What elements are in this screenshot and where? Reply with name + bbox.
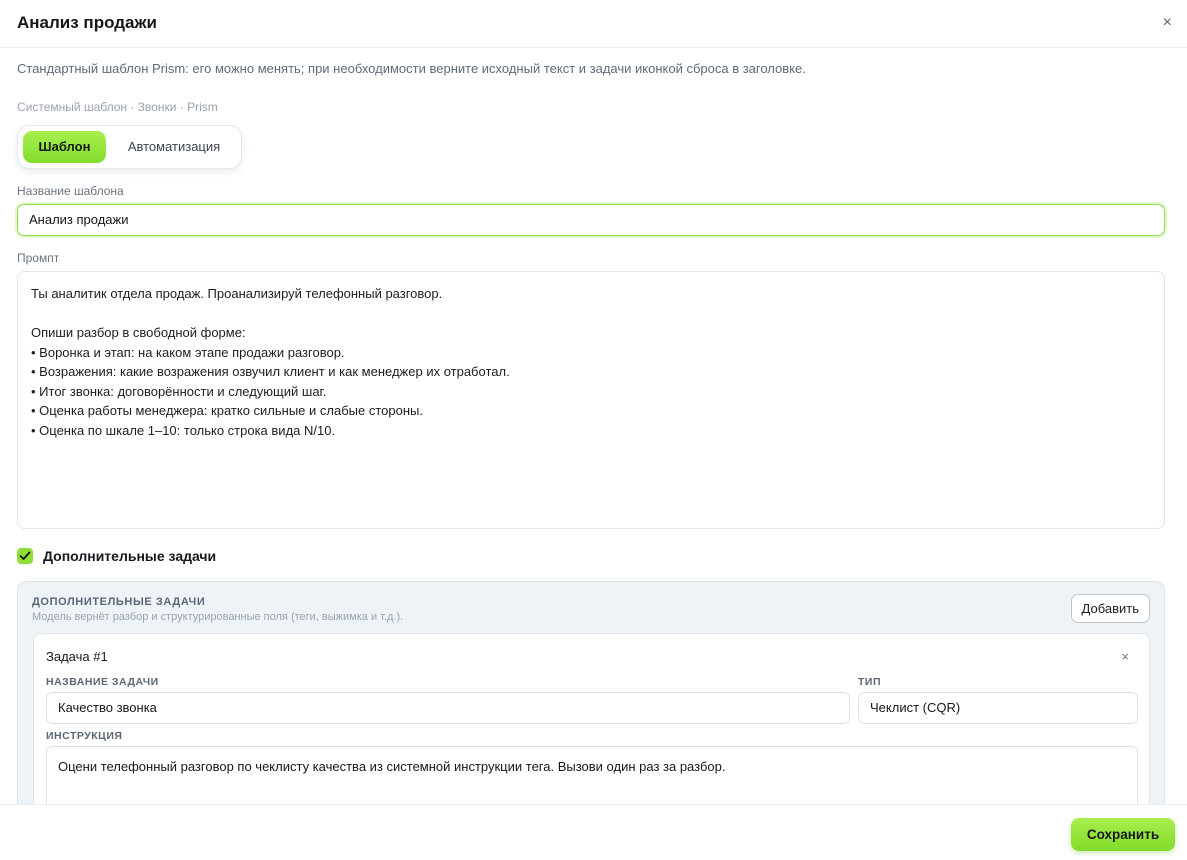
task-instruction-textarea[interactable]: Оцени телефонный разговор по чеклисту ка… xyxy=(46,746,1138,804)
save-button[interactable]: Сохранить xyxy=(1071,818,1175,851)
prompt-line: • Оценка работы менеджера: кратко сильны… xyxy=(31,403,423,418)
task-name-label: НАЗВАНИЕ ЗАДАЧИ xyxy=(46,676,159,688)
prompt-label: Промпт xyxy=(17,251,60,265)
checkmark-icon xyxy=(19,551,31,560)
prompt-line: • Воронка и этап: на каком этапе продажи… xyxy=(31,344,345,360)
task-name-input[interactable]: Качество звонка xyxy=(46,692,850,724)
prompt-line xyxy=(31,304,1151,324)
task-instruction-label: ИНСТРУКЦИЯ xyxy=(46,730,123,742)
remove-task-icon[interactable]: × xyxy=(1121,649,1129,664)
modal-body[interactable]: Стандартный шаблон Prism: его можно меня… xyxy=(0,48,1187,804)
tasks-panel-subtitle: Модель вернёт разбор и структурированные… xyxy=(32,611,404,623)
prompt-line: • Оценка по шкале 1–10: только строка ви… xyxy=(31,422,336,438)
prompt-textarea[interactable]: Ты аналитик отдела продаж. Проанализируй… xyxy=(17,271,1165,529)
task-card: Задача #1 × НАЗВАНИЕ ЗАДАЧИ Качество зво… xyxy=(33,633,1150,804)
template-meta: Системный шаблон · Звонки · Prism xyxy=(17,100,218,114)
mode-tabs: Шаблон Автоматизация xyxy=(17,125,242,169)
prompt-line: Ты аналитик отдела продаж. Проанализируй… xyxy=(31,286,443,301)
prompt-line: • Итог звонка: договорённости и следующи… xyxy=(31,383,327,399)
tab-template[interactable]: Шаблон xyxy=(23,131,106,163)
tasks-panel-title: ДОПОЛНИТЕЛЬНЫЕ ЗАДАЧИ xyxy=(32,596,206,608)
prompt-line: Опиши разбор в свободной форме: xyxy=(31,325,246,340)
template-name-input[interactable]: Анализ продажи xyxy=(17,204,1165,236)
modal-footer: Сохранить xyxy=(0,804,1187,860)
add-task-button[interactable]: Добавить xyxy=(1070,594,1150,623)
close-icon[interactable]: × xyxy=(1163,14,1172,32)
modal-header: Анализ продажи × xyxy=(0,0,1187,48)
modal-title: Анализ продажи xyxy=(17,13,157,32)
task-type-label: ТИП xyxy=(858,676,882,688)
tasks-panel: ДОПОЛНИТЕЛЬНЫЕ ЗАДАЧИ Модель вернёт разб… xyxy=(17,581,1165,804)
prompt-line: • Возражения: какие возражения озвучил к… xyxy=(31,364,510,379)
extra-tasks-label[interactable]: Дополнительные задачи xyxy=(43,548,216,564)
info-text: Стандартный шаблон Prism: его можно меня… xyxy=(17,61,806,76)
task-heading: Задача #1 xyxy=(46,649,108,664)
tab-automation[interactable]: Автоматизация xyxy=(115,131,233,163)
template-name-label: Название шаблона xyxy=(17,184,124,198)
extra-tasks-checkbox[interactable] xyxy=(17,548,33,564)
task-type-select[interactable]: Чеклист (CQR) xyxy=(858,692,1138,724)
